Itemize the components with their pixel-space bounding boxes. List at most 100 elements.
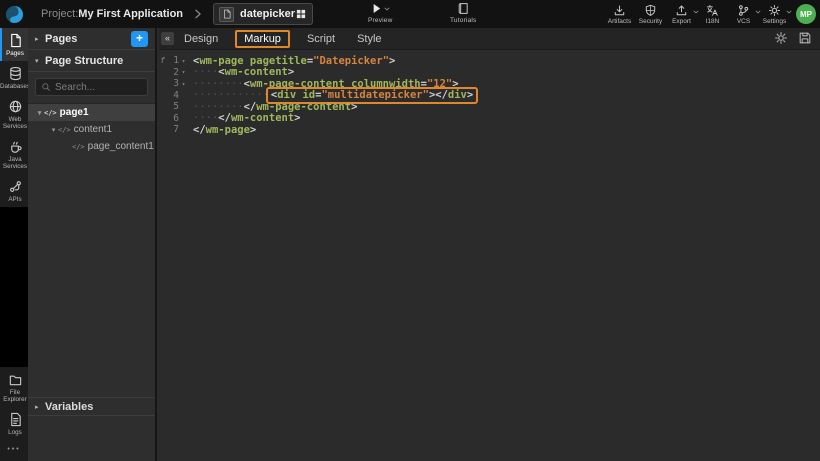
preview-label: Preview (368, 17, 393, 24)
line-number: 4 (166, 90, 179, 101)
tutorials-label: Tutorials (450, 17, 476, 24)
code-line[interactable]: 2▾····<wm-content> (159, 67, 820, 79)
tree-item-page1[interactable]: page1 (28, 104, 155, 121)
i18n-label: I18N (706, 18, 720, 25)
security-button[interactable]: Security (635, 3, 666, 26)
line-number: 2 (166, 67, 179, 78)
pages-section-header[interactable]: Pages (28, 28, 155, 50)
user-avatar[interactable]: MP (796, 4, 816, 24)
apis-icon (8, 179, 23, 194)
pages-section-title: Pages (45, 33, 131, 45)
markup-editor: Design Markup Script Style f1▾<wm-page p… (159, 28, 820, 461)
editor-settings-gear-icon[interactable] (774, 31, 788, 45)
code-line[interactable]: 7 </wm-page> (159, 124, 820, 136)
code-text: ····<wm-content> (193, 66, 294, 78)
search-input[interactable]: Search... (35, 78, 148, 96)
java-services-icon (8, 139, 23, 154)
rail-label: Logs (8, 429, 22, 436)
search-icon (41, 82, 51, 92)
web-services-icon (8, 99, 23, 114)
page-tab-label: datepicker (240, 8, 295, 20)
expand-triangle-icon[interactable] (35, 57, 45, 65)
rail-label: File Explorer (2, 389, 28, 403)
chevron-down-icon[interactable] (785, 8, 793, 16)
tree-item-page-content1[interactable]: page_content1 (28, 138, 155, 155)
preview-button[interactable]: Preview (368, 2, 393, 24)
grid-icon[interactable] (295, 8, 307, 20)
chevron-down-icon[interactable] (383, 5, 391, 13)
fold-arrow-icon[interactable]: ▾ (179, 80, 188, 88)
rail-spacer (0, 207, 28, 367)
pages-panel: Pages Page Structure Search... page1 con… (28, 28, 157, 461)
artifacts-button[interactable]: Artifacts (604, 3, 635, 26)
code-text: ········</wm-page-content> (193, 101, 357, 113)
code-area[interactable]: f1▾<wm-page pagetitle="Datepicker">2▾···… (159, 50, 820, 136)
tab-style[interactable]: Style (346, 33, 392, 45)
settings-gear-icon (768, 4, 781, 17)
save-icon[interactable] (798, 31, 812, 45)
expand-triangle-icon[interactable] (35, 109, 44, 117)
rail-bottom-group: File Explorer Logs ••• (0, 367, 28, 461)
gutter: 4 (159, 90, 193, 101)
rail-top-group: Pages Databases Web Services Java Servic… (0, 28, 28, 207)
project-label: Project: (41, 8, 78, 20)
vcs-label: VCS (737, 18, 750, 25)
export-label: Export (672, 18, 691, 25)
rail-item-file-explorer[interactable]: File Explorer (0, 367, 28, 407)
tab-markup[interactable]: Markup (235, 30, 290, 48)
tree-item-content1[interactable]: content1 (28, 121, 155, 138)
gutter: 5 (159, 101, 193, 112)
code-line[interactable]: 6····</wm-content> (159, 113, 820, 125)
breadcrumb-chevron-icon (193, 8, 203, 20)
i18n-button[interactable]: I18N (697, 3, 728, 26)
code-text: ····</wm-content> (193, 112, 301, 124)
project-name: My First Application (78, 8, 183, 20)
tab-script[interactable]: Script (296, 33, 346, 45)
rail-item-web-services[interactable]: Web Services (0, 94, 28, 134)
settings-button[interactable]: Settings (759, 3, 790, 26)
fold-arrow-icon[interactable]: ▾ (179, 57, 188, 65)
gutter: 3▾ (159, 78, 193, 89)
collapse-panel-icon[interactable] (161, 32, 174, 45)
rail-item-logs[interactable]: Logs (0, 407, 28, 440)
code-line[interactable]: f1▾<wm-page pagetitle="Datepicker"> (159, 55, 820, 67)
vcs-button[interactable]: VCS (728, 3, 759, 26)
add-page-button[interactable] (131, 31, 148, 47)
page-structure-header[interactable]: Page Structure (28, 50, 155, 72)
gutter: 2▾ (159, 67, 193, 78)
gutter: 7 (159, 124, 193, 135)
page-structure-tree: page1 content1 page_content1 (28, 104, 155, 155)
gutter: f1▾ (159, 55, 193, 66)
code-line[interactable]: 5········</wm-page-content> (159, 101, 820, 113)
page-tab-datepicker[interactable]: datepicker (213, 3, 313, 25)
rail-item-databases[interactable]: Databases (0, 61, 28, 94)
search-container: Search... (28, 72, 155, 104)
rail-item-java-services[interactable]: Java Services (0, 134, 28, 174)
security-label: Security (639, 18, 662, 25)
tab-design[interactable]: Design (173, 33, 229, 45)
tutorials-button[interactable]: Tutorials (450, 2, 476, 24)
expand-triangle-icon[interactable] (49, 126, 58, 134)
variables-section-header[interactable]: Variables (28, 397, 155, 416)
fold-arrow-icon[interactable]: ▾ (179, 68, 188, 76)
rail-item-apis[interactable]: APIs (0, 174, 28, 207)
rail-label: Web Services (2, 116, 28, 130)
code-text: </wm-page> (193, 124, 256, 136)
fold-spacer (179, 95, 188, 96)
more-options-icon[interactable]: ••• (0, 440, 28, 461)
wavemaker-logo-icon[interactable] (0, 0, 28, 28)
page-structure-title: Page Structure (45, 55, 148, 67)
rail-item-pages[interactable]: Pages (0, 28, 28, 61)
code-icon (44, 109, 57, 117)
line-number: 7 (166, 124, 179, 135)
editor-tab-bar: Design Markup Script Style (159, 28, 820, 50)
code-icon (58, 126, 71, 134)
settings-label: Settings (763, 18, 787, 25)
code-line[interactable]: 4············<div id="multidatepicker"><… (159, 90, 820, 102)
collapse-triangle-icon[interactable] (35, 35, 45, 43)
play-icon (370, 2, 383, 15)
left-rail: Pages Databases Web Services Java Servic… (0, 28, 28, 461)
code-text: <wm-page pagetitle="Datepicker"> (193, 55, 395, 67)
collapse-triangle-icon[interactable] (35, 403, 45, 411)
export-button[interactable]: Export (666, 3, 697, 26)
